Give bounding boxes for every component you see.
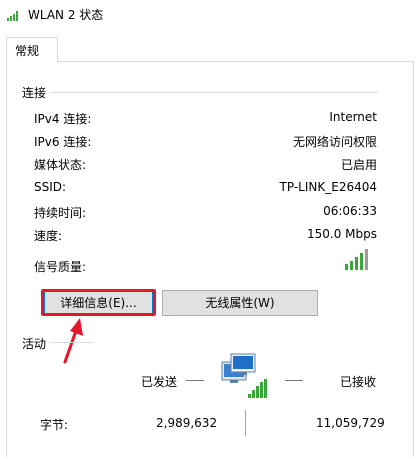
connection-group-label: 连接 [22,84,51,101]
duration-label: 持续时间: [34,206,87,220]
signal-quality-icon [345,248,375,270]
bytes-received-value: 11,059,729 [316,416,385,430]
sent-label: 已发送 [141,375,178,389]
ipv4-label: IPv4 连接: [34,112,92,126]
speed-label: 速度: [34,229,63,243]
ssid-label: SSID: [34,180,67,194]
ssid-value: TP-LINK_E26404 [279,180,377,194]
title-bar: WLAN 2 状态 [0,0,419,30]
activity-group-line [48,342,94,343]
tab-general-label: 常规 [15,44,40,58]
ipv6-label: IPv6 连接: [34,135,92,149]
ipv6-value: 无网络访问权限 [292,135,377,149]
duration-value: 06:06:33 [323,204,377,218]
media-state-label: 媒体状态: [34,158,87,172]
media-state-value: 已启用 [340,158,377,172]
wifi-signal-icon [7,11,18,21]
activity-group-label: 活动 [22,335,51,352]
signal-bar [365,249,368,270]
details-button[interactable]: 详细信息(E)... [44,291,153,315]
ipv4-value: Internet [329,110,377,124]
signal-bar [350,261,353,270]
bytes-sent-value: 2,989,632 [156,416,218,430]
signal-bar [345,264,348,270]
connection-group-line [48,92,378,93]
received-dash [285,380,303,381]
wireless-properties-button[interactable]: 无线属性(W) [162,290,318,316]
window-title: WLAN 2 状态 [28,8,104,22]
bytes-label: 字节: [40,418,69,432]
signal-bar [355,257,358,270]
signal-quality-label: 信号质量: [34,260,87,274]
bytes-separator [245,410,246,436]
speed-value: 150.0 Mbps [306,227,377,241]
annotation-arrow-icon [63,318,83,364]
received-label: 已接收 [340,375,377,389]
sent-dash [186,380,204,381]
signal-bar [360,253,363,270]
tab-general[interactable]: 常规 [6,37,58,62]
network-computer-icon [221,353,267,398]
